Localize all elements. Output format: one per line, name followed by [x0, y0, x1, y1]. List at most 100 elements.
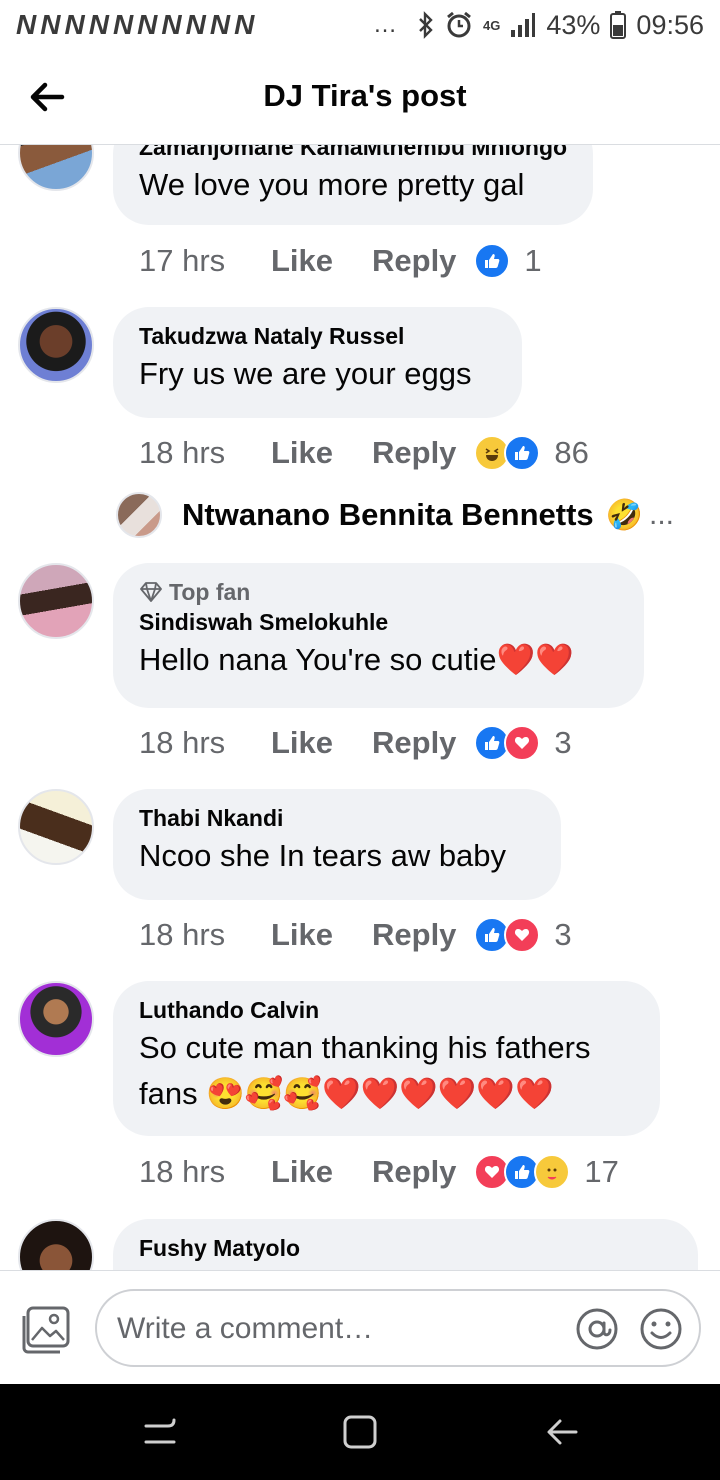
diamond-icon: [140, 582, 162, 602]
notification-icons: N N N N N N N N N N: [16, 9, 254, 41]
notification-icon: N: [16, 9, 36, 40]
reply-button[interactable]: Reply: [372, 243, 456, 279]
reply-more: ...: [649, 498, 675, 531]
notification-icon: N: [209, 9, 230, 40]
love-reaction-icon: [504, 917, 541, 953]
mention-icon[interactable]: [575, 1307, 619, 1351]
like-reaction-icon: [474, 243, 511, 279]
rofl-emoji: 🤣: [605, 498, 644, 532]
notification-icon: N: [161, 9, 181, 40]
reply-button[interactable]: Reply: [372, 435, 456, 471]
notification-icon: N: [137, 9, 157, 40]
battery-percent: 43%: [546, 9, 601, 40]
reaction-count[interactable]: 3: [554, 917, 571, 953]
comment-timestamp[interactable]: 18 hrs: [139, 1154, 271, 1190]
notification-icon: N: [185, 9, 206, 40]
reaction-count[interactable]: 1: [524, 243, 541, 279]
reaction-summary[interactable]: [474, 1154, 571, 1190]
comment-composer: Write a comment…: [0, 1270, 720, 1384]
comment-actions: 17 hrs Like Reply 1: [139, 241, 542, 281]
comment-actions: 18 hrs Like Reply 86: [139, 433, 589, 473]
comment-actions: 18 hrs Like Reply 3: [139, 915, 572, 955]
page-title: DJ Tira's post: [263, 78, 467, 113]
post-header: DJ Tira's post: [0, 50, 720, 145]
comment-input[interactable]: Write a comment…: [95, 1289, 701, 1367]
like-button[interactable]: Like: [271, 917, 372, 953]
comment-placeholder: Write a comment…: [117, 1312, 374, 1345]
like-button[interactable]: Like: [271, 1154, 372, 1190]
recent-apps-icon[interactable]: [140, 1412, 180, 1452]
notification-icon: N: [234, 9, 254, 40]
love-reaction-icon: [504, 725, 541, 761]
reaction-summary[interactable]: [474, 435, 541, 471]
comment-text-emojis: fans 😍🥰🥰❤️❤️❤️❤️❤️❤️: [139, 1076, 554, 1111]
like-reaction-icon: [504, 435, 541, 471]
battery-icon: [610, 11, 627, 39]
like-button[interactable]: Like: [271, 725, 372, 761]
top-fan-badge: Top fan: [139, 577, 618, 607]
commenter-name[interactable]: Sindiswah Smelokuhle: [139, 607, 618, 637]
emoji-icon[interactable]: [639, 1307, 683, 1351]
home-icon[interactable]: [340, 1412, 380, 1452]
reaction-count[interactable]: 3: [554, 725, 571, 761]
reaction-count[interactable]: 17: [584, 1154, 618, 1190]
comment-bubble[interactable]: Takudzwa Nataly Russel Fry us we are you…: [113, 307, 522, 418]
comment-bubble[interactable]: Fushy Matyolo: [113, 1219, 698, 1270]
system-nav-bar: [0, 1384, 720, 1480]
comment-timestamp[interactable]: 18 hrs: [139, 725, 271, 761]
like-button[interactable]: Like: [271, 243, 372, 279]
reaction-summary[interactable]: [474, 243, 511, 279]
like-button[interactable]: Like: [271, 435, 372, 471]
top-fan-label: Top fan: [169, 579, 251, 605]
comment-bubble[interactable]: Top fan Sindiswah Smelokuhle Hello nana …: [113, 563, 644, 708]
reply-button[interactable]: Reply: [372, 1154, 456, 1190]
reply-button[interactable]: Reply: [372, 725, 456, 761]
photo-icon[interactable]: [20, 1304, 72, 1356]
notification-icon: N: [40, 9, 60, 40]
reply-button[interactable]: Reply: [372, 917, 456, 953]
bluetooth-icon: [419, 11, 433, 39]
reaction-count[interactable]: 86: [554, 435, 588, 471]
alarm-icon: [447, 11, 471, 38]
care-reaction-icon: [534, 1154, 571, 1190]
comment-text: Hello nana You're so cutie❤️❤️: [139, 642, 574, 677]
commenter-name[interactable]: Thabi Nkandi: [139, 803, 535, 833]
reply-preview[interactable]: Ntwanano Bennita Bennetts 🤣 ...: [116, 490, 674, 540]
comment-timestamp[interactable]: 18 hrs: [139, 435, 271, 471]
commenter-name[interactable]: Takudzwa Nataly Russel: [139, 321, 496, 351]
comment-bubble[interactable]: Zamanjomane KamaMthembu Mhlongo We love …: [113, 145, 594, 225]
more-notifications-indicator: …: [373, 11, 400, 38]
comment-text: We love you more pretty gal: [139, 167, 525, 202]
reply-avatar: [116, 492, 162, 538]
reaction-summary[interactable]: [474, 725, 541, 761]
comment-actions: 18 hrs Like Reply 17: [139, 1152, 619, 1192]
comment-timestamp[interactable]: 17 hrs: [139, 243, 271, 279]
comments-list[interactable]: Zamanjomane KamaMthembu Mhlongo We love …: [0, 145, 720, 1270]
comment-text: Ncoo she In tears aw baby: [139, 838, 507, 873]
comment-timestamp[interactable]: 18 hrs: [139, 917, 271, 953]
status-bar: N N N N N N N N N N … 4G 43% 09:56: [0, 0, 720, 50]
commenter-name[interactable]: Zamanjomane KamaMthembu Mhlongo: [139, 145, 567, 162]
back-nav-icon[interactable]: [542, 1412, 582, 1452]
avatar[interactable]: [18, 563, 94, 639]
comment-text: Fry us we are your eggs: [139, 356, 472, 391]
notification-icon: N: [64, 9, 84, 40]
comment-bubble[interactable]: Luthando Calvin So cute man thanking his…: [113, 981, 660, 1136]
avatar[interactable]: [18, 307, 94, 383]
commenter-name[interactable]: Luthando Calvin: [139, 995, 634, 1025]
reply-author-name[interactable]: Ntwanano Bennita Bennetts: [182, 497, 594, 533]
avatar[interactable]: [18, 789, 94, 865]
signal-icon: [511, 13, 536, 37]
comment-actions: 18 hrs Like Reply 3: [139, 723, 572, 763]
clock: 09:56: [636, 9, 704, 40]
notification-icon: N: [88, 9, 109, 40]
network-type: 4G: [483, 17, 501, 33]
avatar[interactable]: [18, 145, 94, 191]
reaction-summary[interactable]: [474, 917, 541, 953]
notification-icon: N: [112, 9, 133, 40]
comment-bubble[interactable]: Thabi Nkandi Ncoo she In tears aw baby: [113, 789, 561, 900]
comment-text: So cute man thanking his fathers: [139, 1030, 591, 1065]
avatar[interactable]: [18, 1219, 94, 1270]
commenter-name[interactable]: Fushy Matyolo: [139, 1233, 672, 1263]
avatar[interactable]: [18, 981, 94, 1057]
